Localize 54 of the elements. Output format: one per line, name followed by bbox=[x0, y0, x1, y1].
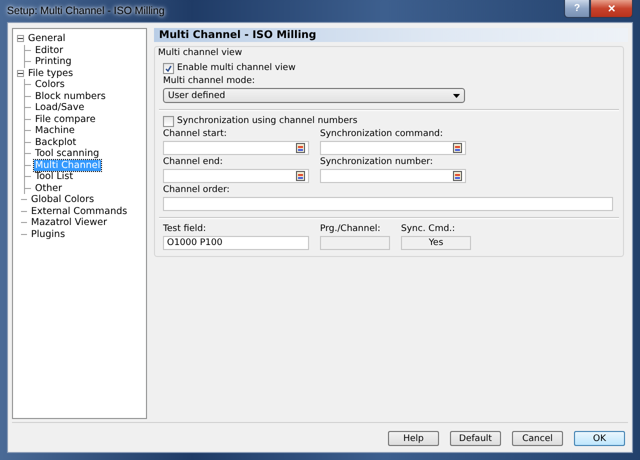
close-button[interactable]: ✕ bbox=[590, 0, 633, 18]
mode-dropdown[interactable]: User defined bbox=[163, 88, 465, 103]
dialog-button[interactable]: Default bbox=[450, 431, 501, 446]
group-title: Multi channel view bbox=[158, 48, 244, 59]
tree-item[interactable]: Colors bbox=[34, 79, 66, 90]
field-label: Synchronization number: bbox=[320, 157, 434, 168]
panel-header: Multi Channel - ISO Milling bbox=[154, 28, 628, 42]
input-field[interactable] bbox=[320, 141, 466, 155]
tree-item[interactable]: Machine bbox=[34, 125, 76, 136]
field-label: Synchronization command: bbox=[320, 129, 444, 140]
notepad-icon[interactable] bbox=[453, 143, 462, 153]
notepad-icon[interactable] bbox=[453, 171, 462, 181]
tree-item[interactable]: Tool scanning bbox=[34, 148, 100, 160]
tree-item[interactable]: Tool List bbox=[34, 171, 74, 182]
readonly-field bbox=[320, 236, 390, 250]
readonly-field: Yes bbox=[401, 236, 471, 250]
field-label: Test field: bbox=[163, 224, 208, 235]
tree-item[interactable]: Editor bbox=[34, 44, 64, 56]
field-label: Sync. Cmd.: bbox=[401, 224, 456, 235]
collapse-toggle[interactable] bbox=[17, 35, 24, 42]
input-field[interactable] bbox=[320, 169, 466, 183]
input-field[interactable]: O1000 P100 bbox=[163, 236, 309, 250]
tree-item[interactable]: Printing bbox=[34, 56, 73, 68]
notepad-icon[interactable] bbox=[296, 171, 305, 181]
checkbox-label: Enable multi channel view bbox=[177, 63, 296, 74]
tree-item[interactable]: General bbox=[27, 33, 66, 44]
tree-item[interactable]: External Commands bbox=[30, 206, 128, 217]
dialog-button[interactable]: Cancel bbox=[512, 431, 563, 446]
input-field[interactable] bbox=[163, 197, 613, 211]
tree-item[interactable]: Plugins bbox=[30, 228, 66, 240]
input-field[interactable] bbox=[163, 169, 309, 183]
tree-item[interactable]: Mazatrol Viewer bbox=[30, 217, 108, 228]
collapse-toggle[interactable] bbox=[17, 70, 24, 77]
field-label: Channel start: bbox=[163, 129, 228, 140]
tree-item[interactable]: Block numbers bbox=[34, 90, 107, 102]
tree-item[interactable]: Load/Save bbox=[34, 102, 86, 114]
tree-item[interactable]: Other bbox=[34, 182, 63, 194]
field-label: Prg./Channel: bbox=[320, 224, 382, 235]
checkbox[interactable] bbox=[163, 116, 174, 127]
tree-item[interactable]: Global Colors bbox=[30, 194, 96, 206]
input-field[interactable] bbox=[163, 141, 309, 155]
window-title: Setup: Multi Channel - ISO Milling bbox=[7, 5, 165, 17]
notepad-icon[interactable] bbox=[296, 143, 305, 153]
dialog-button[interactable]: Help bbox=[388, 431, 439, 446]
tree-item[interactable]: File types bbox=[27, 68, 74, 79]
tree-item[interactable]: Backplot bbox=[34, 136, 78, 148]
tree-item[interactable]: File compare bbox=[34, 114, 97, 125]
checkbox-label: Synchronization using channel numbers bbox=[177, 116, 358, 127]
field-label: Channel order: bbox=[163, 185, 231, 196]
field-label: Multi channel mode: bbox=[163, 76, 256, 87]
field-label: Channel end: bbox=[163, 157, 224, 168]
dialog-button[interactable]: OK bbox=[574, 431, 625, 446]
caret-icon bbox=[453, 94, 460, 98]
checkbox[interactable] bbox=[163, 63, 174, 74]
